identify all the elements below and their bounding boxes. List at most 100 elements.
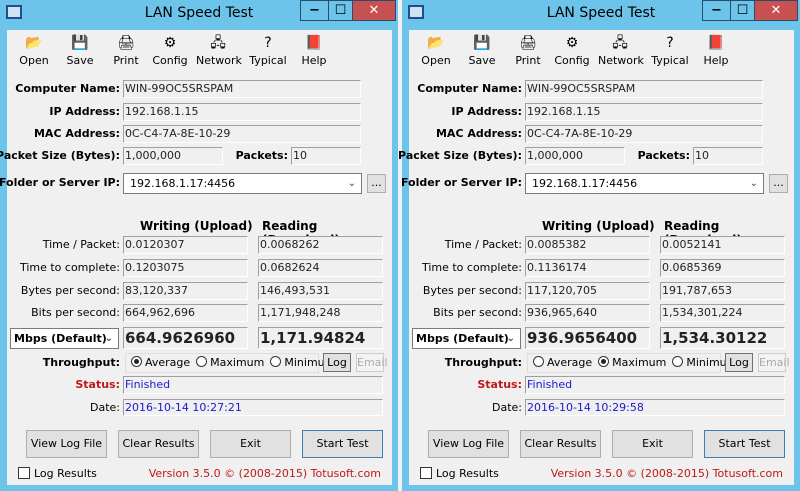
view-log-file-button[interactable]: View Log File: [428, 430, 509, 458]
ip-address-field: 192.168.1.15: [123, 103, 361, 121]
packet-size-field[interactable]: 1,000,000: [123, 147, 223, 165]
printer-icon: 🖨: [117, 35, 135, 51]
packet-size-field[interactable]: 1,000,000: [525, 147, 625, 165]
server-combobox[interactable]: 192.168.1.17:4456 ⌄: [123, 173, 362, 194]
folder-open-icon: 📂: [427, 35, 445, 51]
maximize-button[interactable]: ☐: [730, 0, 755, 21]
floppy-disk-icon: 💾: [71, 35, 89, 51]
mac-address-label: MAC Address:: [435, 127, 522, 140]
exit-button[interactable]: Exit: [612, 430, 693, 458]
radio-icon: [672, 356, 684, 367]
browse-button[interactable]: ...: [367, 174, 386, 193]
clear-results-button[interactable]: Clear Results: [520, 430, 601, 458]
computer-name-label: Computer Name:: [15, 82, 120, 95]
log-button[interactable]: Log: [323, 353, 351, 372]
server-value: 192.168.1.17:4456: [532, 177, 638, 190]
toolbar-save-button[interactable]: 💾 Save: [58, 35, 102, 67]
log-results-checkbox[interactable]: [18, 467, 30, 479]
toolbar-label: Help: [301, 54, 327, 67]
mac-address-label: MAC Address:: [33, 127, 120, 140]
read-value: 146,493,531: [258, 282, 383, 300]
toolbar-config-button[interactable]: ⚙ Config: [148, 35, 192, 67]
read-value: 0.0052141: [660, 236, 785, 254]
unit-select[interactable]: Mbps (Default) ⌄: [10, 328, 119, 349]
date-label: Date:: [492, 401, 522, 414]
ip-address-label: IP Address:: [49, 105, 120, 118]
question-icon: ?: [264, 35, 272, 51]
start-test-button[interactable]: Start Test: [302, 430, 383, 458]
status-field: Finished: [525, 376, 785, 394]
radio-maximum[interactable]: Maximum: [196, 356, 264, 369]
radio-maximum[interactable]: Maximum: [598, 356, 666, 369]
view-log-file-button[interactable]: View Log File: [26, 430, 107, 458]
chevron-down-icon: ⌄: [104, 333, 113, 344]
toolbar-label: Open: [19, 54, 49, 67]
write-value: 664,962,696: [123, 304, 248, 322]
unit-value: Mbps (Default): [14, 332, 107, 345]
chevron-down-icon: ⌄: [749, 178, 758, 189]
toolbar-open-button[interactable]: 📂 Open: [12, 35, 56, 67]
packets-label: Packets:: [637, 149, 690, 162]
chevron-down-icon: ⌄: [506, 333, 515, 344]
toolbar-help-button[interactable]: 📕 Help: [694, 35, 738, 67]
toolbar-config-button[interactable]: ⚙ Config: [550, 35, 594, 67]
toolbar-save-button[interactable]: 💾 Save: [460, 35, 504, 67]
window-title: LAN Speed Test: [144, 5, 254, 21]
close-button[interactable]: ✕: [754, 0, 798, 21]
read-value: 0.0682624: [258, 259, 383, 277]
unit-select[interactable]: Mbps (Default) ⌄: [412, 328, 521, 349]
log-results-label: Log Results: [436, 467, 499, 480]
status-label: Status:: [75, 378, 120, 391]
packet-size-label: Packet Size (Bytes):: [0, 149, 120, 162]
app-icon: [6, 5, 22, 19]
write-value: 0.0085382: [525, 236, 650, 254]
date-label: Date:: [90, 401, 120, 414]
read-value: 0.0068262: [258, 236, 383, 254]
network-icon: 🖧: [210, 35, 226, 51]
log-results-checkbox[interactable]: [420, 467, 432, 479]
read-value: 1,534,301,224: [660, 304, 785, 322]
row-label: Bytes per second:: [422, 284, 522, 297]
radio-icon: [196, 356, 208, 367]
help-book-icon: 📕: [305, 35, 323, 51]
toolbar-print-button[interactable]: 🖨 Print: [104, 35, 148, 67]
folder-label: Folder or Server IP:: [400, 176, 522, 189]
read-mbps: 1,534.30122: [660, 327, 785, 349]
toolbar-label: Network: [598, 54, 644, 67]
toolbar-print-button[interactable]: 🖨 Print: [506, 35, 550, 67]
toolbar-open-button[interactable]: 📂 Open: [414, 35, 458, 67]
log-results-label: Log Results: [34, 467, 97, 480]
minimize-button[interactable]: −: [702, 0, 731, 21]
throughput-radio-group: Average Maximum Minimum: [527, 353, 737, 373]
browse-button[interactable]: ...: [769, 174, 788, 193]
packets-field[interactable]: 10: [291, 147, 361, 165]
maximize-button[interactable]: ☐: [328, 0, 353, 21]
radio-icon: [533, 356, 544, 367]
question-icon: ?: [666, 35, 674, 51]
radio-average[interactable]: Average: [533, 356, 592, 369]
toolbar-typical-button[interactable]: ? Typical: [246, 35, 290, 67]
clear-results-button[interactable]: Clear Results: [118, 430, 199, 458]
toolbar-network-button[interactable]: 🖧 Network: [598, 35, 644, 67]
packets-label: Packets:: [235, 149, 288, 162]
toolbar-help-button[interactable]: 📕 Help: [292, 35, 336, 67]
config-icon: ⚙: [163, 35, 177, 51]
toolbar-typical-button[interactable]: ? Typical: [648, 35, 692, 67]
toolbar-label: Save: [66, 54, 94, 67]
unit-value: Mbps (Default): [416, 332, 509, 345]
start-test-button[interactable]: Start Test: [704, 430, 785, 458]
close-button[interactable]: ✕: [352, 0, 396, 21]
toolbar-label: Help: [703, 54, 729, 67]
minimize-button[interactable]: −: [300, 0, 329, 21]
log-button[interactable]: Log: [725, 353, 753, 372]
toolbar-label: Open: [421, 54, 451, 67]
computer-name-field: WIN-99OC5SRSPAM: [123, 80, 361, 98]
exit-button[interactable]: Exit: [210, 430, 291, 458]
toolbar-network-button[interactable]: 🖧 Network: [196, 35, 242, 67]
lan-speed-test-window-1: LAN Speed Test − ☐ ✕ 📂 Open 💾 Save 🖨 Pri…: [0, 0, 398, 491]
network-icon: 🖧: [612, 35, 628, 51]
row-label: Time to complete:: [421, 261, 522, 274]
server-combobox[interactable]: 192.168.1.17:4456 ⌄: [525, 173, 764, 194]
packets-field[interactable]: 10: [693, 147, 763, 165]
radio-average[interactable]: Average: [131, 356, 190, 369]
